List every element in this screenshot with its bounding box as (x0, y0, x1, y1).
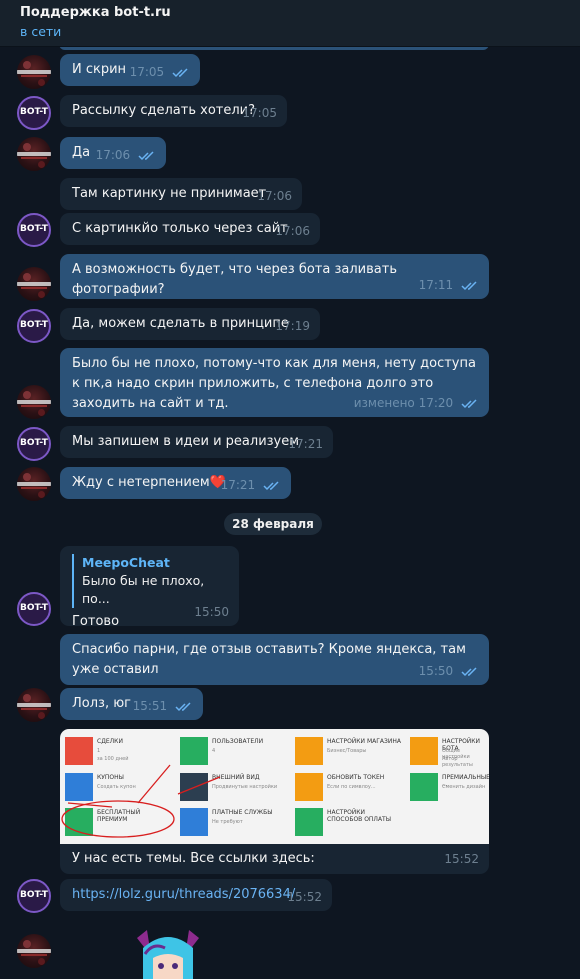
message-bubble[interactable]: https://lolz.guru/threads/2076634/ 15:52 (60, 879, 332, 911)
red-annotation-drawing (61, 764, 221, 838)
user-avatar[interactable] (17, 55, 51, 89)
user-avatar[interactable] (17, 467, 51, 501)
message-time: 17:21 (220, 478, 256, 492)
message-time: 17:05 (129, 65, 165, 79)
date-separator: 28 февраля (224, 513, 322, 535)
message-text: Готово (72, 614, 120, 629)
message-text: А возможность будет, что через бота зали… (72, 262, 397, 297)
bot-avatar[interactable]: BOT-T (17, 592, 51, 626)
message-time: изменено 17:20 (353, 396, 454, 410)
message-bubble[interactable]: MeepoCheat Было бы не плохо, по... Готов… (60, 546, 239, 629)
message-text: Лолз, юг (72, 696, 131, 711)
thread-link[interactable]: https://lolz.guru/threads/2076634/ (72, 887, 295, 902)
anime-sticker-icon[interactable] (133, 928, 203, 979)
message-bubble[interactable]: Рассылку сделать хотели? 17:05 (60, 95, 287, 127)
screenshot-tile: НАСТРОЙКИ БОТА Общие настройки Автор резул… (408, 735, 489, 768)
message-bubble[interactable]: И скрин 17:05 (60, 54, 200, 86)
double-check-icon (175, 701, 191, 711)
message-time: 17:05 (242, 106, 277, 120)
double-check-icon (461, 398, 477, 408)
bot-avatar[interactable]: BOT-T (17, 427, 51, 461)
message-bubble[interactable]: Да, можем сделать в принципе 17:19 (60, 308, 320, 340)
message-text: Рассылку сделать хотели? (72, 103, 256, 118)
screenshot-tile: ОБНОВИТЬ ТОКЕН Если по симвлоу... (293, 771, 401, 803)
user-avatar[interactable] (17, 385, 51, 419)
message-bubble[interactable]: Лолз, юг 15:51 (60, 688, 203, 720)
user-avatar[interactable] (17, 934, 51, 968)
screenshot-tile: НАСТРОЙКИ МАГАЗИНА Бизнес/Товары (293, 735, 401, 767)
message-time: 17:19 (275, 319, 310, 333)
message-time: 17:11 (418, 278, 454, 292)
double-check-icon (172, 67, 188, 77)
message-bubble[interactable]: Жду с нетерпением❤️ 17:21 (60, 467, 291, 499)
user-avatar[interactable] (17, 267, 51, 301)
message-text: Спасибо парни, где отзыв оставить? Кроме… (72, 642, 466, 677)
message-time: 17:21 (288, 437, 323, 451)
message-time: 15:51 (132, 699, 168, 713)
message-bubble[interactable]: У нас есть темы. Все ссылки здесь: 15:52 (60, 844, 489, 874)
screenshot-tile: ПРЕМИАЛЬНЫЕ ... Сменить дизайн (408, 771, 489, 803)
message-time: 15:52 (444, 852, 479, 866)
message-time: 15:50 (194, 605, 229, 619)
quote-author: MeepoCheat (82, 555, 170, 570)
bot-avatar[interactable]: BOT-T (17, 213, 51, 247)
message-text: У нас есть темы. Все ссылки здесь: (72, 851, 315, 866)
message-bubble[interactable]: Да 17:06 (60, 137, 166, 169)
online-status: в сети (20, 24, 62, 39)
screenshot-tile: НАСТРОЙКИ СПОСОБОВ ОПЛАТЫ (293, 806, 401, 838)
message-time: 15:52 (287, 890, 322, 904)
double-check-icon (263, 480, 279, 490)
reply-quote[interactable]: MeepoCheat Было бы не плохо, по... (72, 554, 227, 608)
bot-avatar[interactable]: BOT-T (17, 879, 51, 913)
user-avatar[interactable] (17, 137, 51, 171)
chat-title[interactable]: Поддержка bot-t.ru (20, 5, 171, 20)
user-avatar[interactable] (17, 688, 51, 722)
message-time: 15:50 (418, 664, 454, 678)
message-bubble[interactable]: С картинкйо только через сайт 17:06 (60, 213, 320, 245)
double-check-icon (461, 666, 477, 676)
message-time: 17:06 (257, 189, 292, 203)
message-text: И скрин (72, 62, 127, 77)
chat-header[interactable]: Поддержка bot-t.ru в сети (0, 0, 580, 47)
message-text: Мы запишем в идеи и реализуем (72, 434, 300, 449)
message-bubble[interactable]: Мы запишем в идеи и реализуем 17:21 (60, 426, 333, 458)
message-text: Да (72, 145, 91, 160)
message-text: Жду с нетерпением❤️ (72, 475, 226, 490)
message-bubble[interactable]: Там картинку не принимает 17:06 (60, 178, 302, 210)
message-text: С картинкйо только через сайт (72, 221, 288, 236)
attached-screenshot[interactable]: СДЕЛКИ 1 за 100 дней ПОЛЬЗОВАТЕЛИ 4 НАСТРОЙ… (60, 729, 489, 844)
message-time: 17:06 (95, 148, 131, 162)
message-time: 17:06 (275, 224, 310, 238)
double-check-icon (138, 150, 154, 160)
bot-avatar[interactable]: BOT-T (17, 309, 51, 343)
double-check-icon (461, 280, 477, 290)
message-text: Да, можем сделать в принципе (72, 316, 289, 331)
message-bubble[interactable]: Спасибо парни, где отзыв оставить? Кроме… (60, 634, 489, 685)
bot-avatar[interactable]: BOT-T (17, 96, 51, 130)
message-bubble[interactable]: Было бы не плохо, потому-что как для мен… (60, 348, 489, 417)
message-bubble[interactable]: А возможность будет, что через бота зали… (60, 254, 489, 299)
message-text: Там картинку не принимает (72, 186, 267, 201)
